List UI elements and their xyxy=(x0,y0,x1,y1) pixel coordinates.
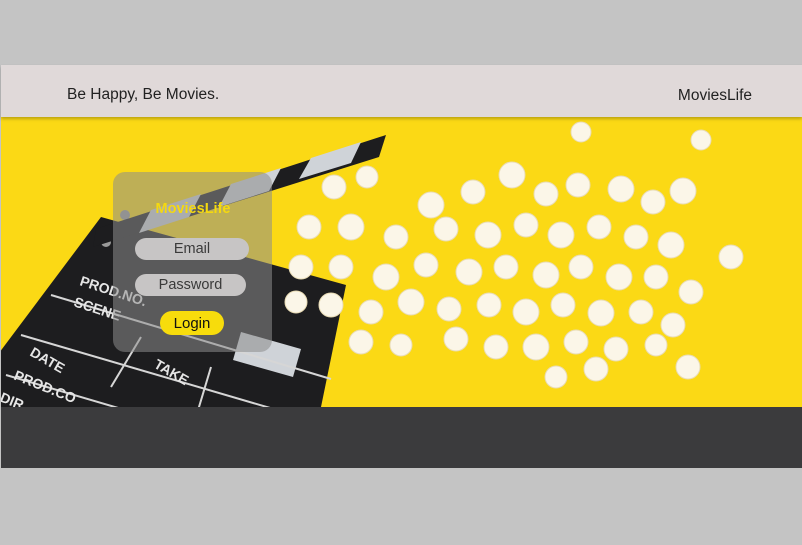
tagline: Be Happy, Be Movies. xyxy=(67,86,220,103)
top-header: Be Happy, Be Movies. MoviesLife xyxy=(1,65,802,117)
login-title: MoviesLife xyxy=(155,201,231,217)
password-input[interactable] xyxy=(135,274,246,296)
email-input[interactable] xyxy=(135,238,249,260)
footer-bar xyxy=(1,407,802,468)
hero-banner: PROD.NO. SCENE TAKE DATE PROD.CO DIR xyxy=(1,117,802,407)
login-button[interactable]: Login xyxy=(160,311,224,335)
login-card: MoviesLife Login xyxy=(113,172,272,352)
brand-name[interactable]: MoviesLife xyxy=(678,87,752,105)
